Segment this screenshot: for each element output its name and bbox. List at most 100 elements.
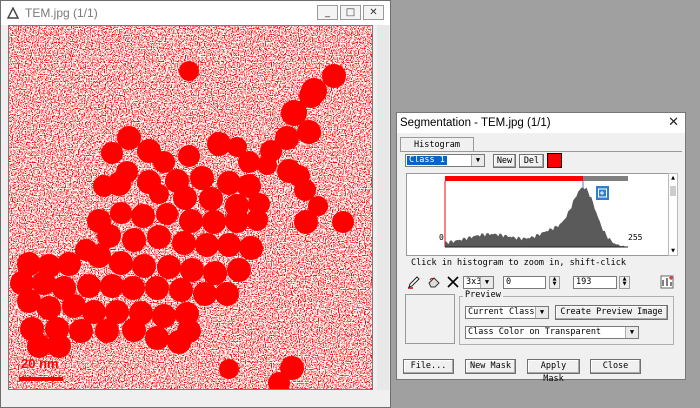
particle-blob bbox=[217, 233, 241, 257]
particle-blob bbox=[156, 203, 178, 225]
particle-blob bbox=[225, 209, 249, 233]
chevron-down-icon[interactable]: ▼ bbox=[471, 155, 484, 166]
minimize-button[interactable]: _ bbox=[317, 5, 338, 20]
particle-blob bbox=[173, 186, 197, 210]
segmentation-titlebar[interactable]: Segmentation - TEM.jpg (1/1) ✕ bbox=[397, 113, 685, 133]
particle-blob bbox=[193, 282, 217, 306]
particle-blob bbox=[131, 204, 155, 228]
particle-blob bbox=[122, 228, 146, 252]
scroll-down-icon[interactable]: ▼ bbox=[670, 248, 676, 254]
particle-blob bbox=[257, 155, 277, 175]
threshold-min-field[interactable]: 0 bbox=[503, 276, 546, 289]
particle-blob bbox=[27, 334, 51, 358]
app-icon bbox=[7, 7, 19, 19]
pencil-icon[interactable] bbox=[406, 274, 422, 290]
preview-mode-select[interactable]: Current Class ▼ bbox=[465, 306, 549, 319]
segmentation-dialog: Segmentation - TEM.jpg (1/1) ✕ Histogram… bbox=[396, 112, 686, 384]
particle-blob bbox=[122, 318, 146, 342]
particle-blob bbox=[219, 359, 239, 379]
scroll-thumb[interactable] bbox=[670, 186, 676, 196]
particle-blob bbox=[199, 187, 223, 211]
image-window: TEM.jpg (1/1) _ □ ✕ 20 nm bbox=[0, 0, 391, 408]
particle-blob bbox=[152, 304, 176, 328]
particle-blob bbox=[153, 151, 175, 173]
histogram-min-label: 0 bbox=[439, 233, 444, 242]
maximize-button[interactable]: □ bbox=[340, 5, 361, 20]
threshold-max-stepper[interactable]: ▲ ▼ bbox=[619, 276, 630, 289]
class-select[interactable]: Class 1 ▼ bbox=[405, 154, 485, 167]
file-button[interactable]: File... bbox=[403, 359, 454, 374]
particle-blob bbox=[87, 244, 111, 268]
image-canvas[interactable]: 20 nm bbox=[8, 25, 373, 390]
segmentation-title: Segmentation - TEM.jpg (1/1) bbox=[400, 117, 551, 129]
preview-thumbnail bbox=[405, 294, 455, 344]
particle-blob bbox=[169, 278, 193, 302]
class-select-value: Class 1 bbox=[407, 155, 447, 165]
threshold-max-field[interactable]: 193 bbox=[573, 276, 617, 289]
histogram-handle-icon[interactable] bbox=[596, 186, 609, 200]
preview-mode-value: Current Class bbox=[468, 307, 535, 317]
particle-blob bbox=[132, 254, 156, 278]
chevron-down-icon[interactable]: ▼ bbox=[625, 327, 638, 338]
threshold-range-bar[interactable] bbox=[445, 176, 583, 181]
scroll-up-icon[interactable]: ▲ bbox=[670, 175, 676, 181]
particle-blob bbox=[179, 61, 199, 81]
image-window-edge bbox=[377, 25, 389, 390]
create-preview-button[interactable]: Create Preview Image bbox=[555, 305, 668, 320]
particle-blob bbox=[77, 274, 101, 298]
particle-blob bbox=[149, 184, 169, 204]
particle-blob bbox=[239, 236, 263, 260]
particle-blob bbox=[145, 326, 169, 350]
particle-blob bbox=[95, 319, 119, 343]
particle-blob bbox=[110, 202, 132, 224]
preview-group-label: Preview bbox=[463, 290, 503, 300]
preview-style-select[interactable]: Class Color on Transparent ▼ bbox=[465, 326, 639, 339]
particle-blob bbox=[145, 276, 169, 300]
add-threshold-icon[interactable] bbox=[659, 274, 675, 290]
particle-blob bbox=[207, 132, 231, 156]
new-class-button[interactable]: New bbox=[493, 154, 516, 168]
new-mask-button[interactable]: New Mask bbox=[465, 359, 516, 374]
clear-icon[interactable] bbox=[445, 274, 461, 290]
particle-blob bbox=[203, 261, 227, 285]
kernel-size-select[interactable]: 3x3 ▼ bbox=[463, 276, 494, 289]
particle-blob bbox=[332, 211, 354, 233]
particle-blob bbox=[202, 210, 226, 234]
particle-blob bbox=[297, 120, 321, 144]
particle-blob bbox=[195, 233, 219, 257]
apply-mask-button[interactable]: Apply Mask bbox=[527, 359, 580, 384]
particle-blob bbox=[69, 319, 93, 343]
histogram[interactable]: 0 255 bbox=[406, 173, 669, 256]
histogram-hint: Click in histogram to zoom in, shift-cli… bbox=[411, 258, 626, 268]
particle-blob bbox=[227, 258, 251, 282]
close-button[interactable]: ✕ bbox=[363, 5, 384, 20]
histogram-scrollbar[interactable]: ▲ ▼ bbox=[668, 173, 678, 256]
particle-blob bbox=[215, 282, 239, 306]
particle-blob bbox=[190, 166, 214, 190]
particle-blob bbox=[147, 225, 171, 249]
particle-blob bbox=[322, 64, 346, 88]
eraser-icon[interactable] bbox=[426, 274, 442, 290]
particle-blob bbox=[172, 231, 196, 255]
delete-class-button[interactable]: Del bbox=[519, 154, 544, 168]
close-icon[interactable]: ✕ bbox=[668, 115, 679, 130]
image-window-titlebar[interactable]: TEM.jpg (1/1) _ □ ✕ bbox=[1, 1, 390, 25]
particle-blob bbox=[294, 210, 318, 234]
tab-divider bbox=[400, 151, 682, 152]
particle-blob bbox=[157, 255, 181, 279]
class-color-swatch[interactable] bbox=[547, 153, 562, 168]
particle-blob bbox=[101, 142, 123, 164]
threshold-min-stepper[interactable]: ▲ ▼ bbox=[549, 276, 560, 289]
image-window-title: TEM.jpg (1/1) bbox=[25, 6, 98, 20]
chevron-down-icon[interactable]: ▼ bbox=[535, 307, 548, 318]
segmentation-overlay bbox=[9, 26, 372, 389]
histogram-max-label: 255 bbox=[628, 233, 643, 242]
particle-blob bbox=[246, 209, 268, 231]
histogram-plot bbox=[444, 176, 628, 248]
chevron-down-icon[interactable]: ▼ bbox=[480, 277, 493, 288]
particle-blob bbox=[238, 151, 260, 173]
particle-blob bbox=[109, 251, 133, 275]
particle-blob bbox=[177, 319, 201, 343]
close-dialog-button[interactable]: Close bbox=[590, 359, 641, 374]
tab-histogram-based[interactable]: Histogram Based bbox=[400, 137, 474, 164]
